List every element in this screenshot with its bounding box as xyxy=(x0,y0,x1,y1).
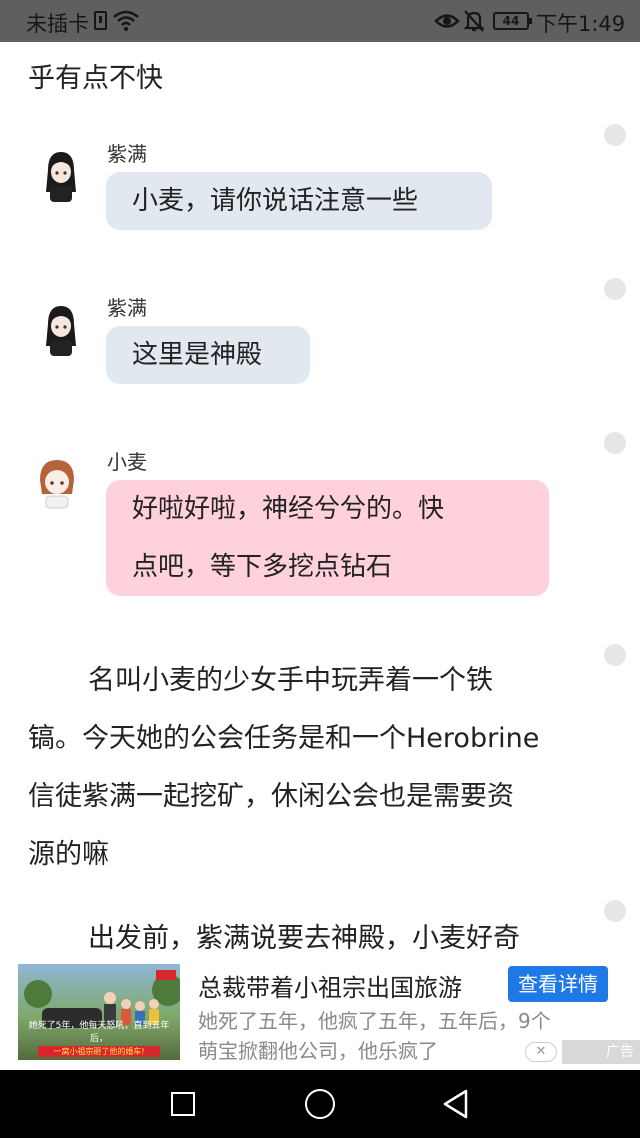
ad-label: 广告 xyxy=(562,1040,640,1064)
chat-bubble: 好啦好啦，神经兮兮的。快 点吧，等下多挖点钻石 xyxy=(106,480,549,596)
status-bar: 未插卡 44 下午1:49 xyxy=(0,0,640,42)
ad-thumb-subtitle: 一窝小祖宗砸了他的婚车! xyxy=(38,1046,160,1057)
ad-thumbnail[interactable]: 她死了5年，他每天怒吼，直到五年后， 一窝小祖宗砸了他的婚车! xyxy=(18,964,180,1060)
system-navigation-bar xyxy=(0,1070,640,1138)
avatar-ziman xyxy=(46,152,76,202)
paragraph-comment-dot[interactable] xyxy=(604,644,626,666)
chat-bubble: 这里是神殿 xyxy=(106,326,310,384)
carrier-text: 未插卡 xyxy=(26,12,89,36)
avatar-ziman xyxy=(46,306,76,356)
ad-label-text: 广告 xyxy=(606,1044,634,1060)
paragraph-comment-dot[interactable] xyxy=(604,900,626,922)
paragraph-text: 乎有点不快 xyxy=(28,63,163,94)
ad-description-line: 她死了五年，他疯了五年，五年后，9个 xyxy=(198,1009,551,1033)
ad-banner[interactable]: 她死了5年，他每天怒吼，直到五年后， 一窝小祖宗砸了他的婚车! 总裁带着小祖宗出… xyxy=(0,962,640,1070)
battery-icon: 44 xyxy=(493,12,532,30)
eye-comfort-icon xyxy=(434,14,460,28)
clock-text: 下午1:49 xyxy=(536,12,626,36)
close-icon: ✕ xyxy=(535,1044,547,1059)
narrative-paragraph: 名叫小麦的少女手中玩弄着一个铁 镐。今天她的公会任务是和一个Herobrine … xyxy=(28,652,608,884)
wifi-icon xyxy=(113,10,139,31)
narrative-line: 源的嘛 xyxy=(28,839,109,870)
chat-bubble-line: 点吧，等下多挖点钻石 xyxy=(132,552,393,582)
recent-apps-button[interactable] xyxy=(171,1092,195,1116)
reader-content[interactable]: 乎有点不快 紫满 小麦，请你说话注意一些 紫满 这里是神殿 小麦 好啦好啦，神经… xyxy=(0,42,640,962)
ad-close-button[interactable]: ✕ xyxy=(525,1042,557,1062)
paragraph-comment-dot[interactable] xyxy=(604,432,626,454)
home-button[interactable] xyxy=(305,1089,335,1119)
paragraph-comment-dot[interactable] xyxy=(604,124,626,146)
chat-bubble-line: 好啦好啦，神经兮兮的。快 xyxy=(132,494,445,524)
narrative-line: 镐。今天她的公会任务是和一个Herobrine xyxy=(28,723,540,754)
speaker-name: 紫满 xyxy=(107,296,147,320)
sim-icon xyxy=(94,11,107,30)
speaker-name: 小麦 xyxy=(107,450,147,474)
avatar-xiaomai xyxy=(40,460,74,509)
narrative-line: 名叫小麦的少女手中玩弄着一个铁 xyxy=(88,665,493,696)
narrative-paragraph: 出发前，紫满说要去神殿，小麦好奇 xyxy=(28,910,608,962)
ad-details-button[interactable]: 查看详情 xyxy=(508,966,608,1002)
ad-title[interactable]: 总裁带着小祖宗出国旅游 xyxy=(198,968,462,1003)
ad-thumb-caption: 她死了5年，他每天怒吼，直到五年后， xyxy=(28,1021,170,1044)
bell-muted-icon xyxy=(463,10,485,32)
speaker-name: 紫满 xyxy=(107,142,147,166)
back-button[interactable] xyxy=(442,1089,470,1119)
paragraph-comment-dot[interactable] xyxy=(604,278,626,300)
chat-bubble: 小麦，请你说话注意一些 xyxy=(106,172,492,230)
narrative-line: 出发前，紫满说要去神殿，小麦好奇 xyxy=(88,923,520,954)
narrative-line: 信徒紫满一起挖矿，休闲公会也是需要资 xyxy=(28,781,514,812)
